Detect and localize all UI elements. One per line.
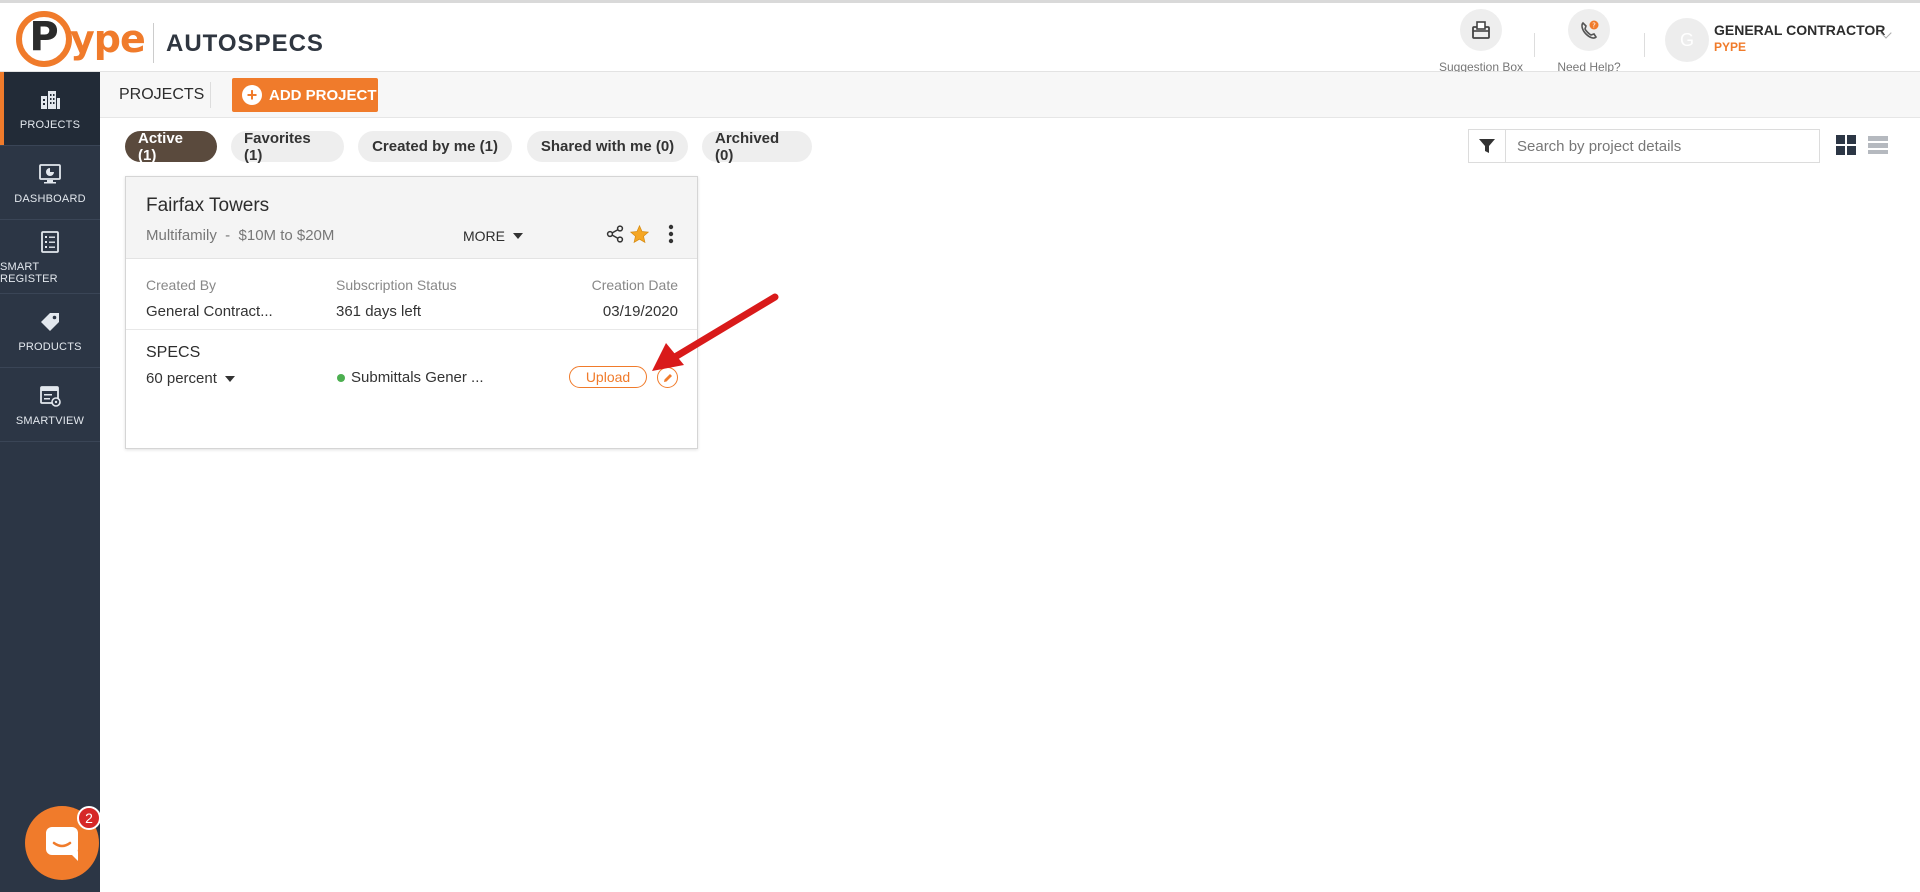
list-view-icon[interactable] xyxy=(1868,135,1888,155)
add-project-button[interactable]: + ADD PROJECT xyxy=(232,78,378,112)
user-org: PYPE xyxy=(1714,40,1747,54)
sidebar-item-smartview[interactable]: SMARTVIEW xyxy=(0,368,100,442)
pype-logo[interactable]: P ype xyxy=(16,9,146,69)
tab-created-by-me[interactable]: Created by me (1) xyxy=(358,131,512,162)
page-title: PROJECTS xyxy=(119,86,205,103)
app-name: AUTOSPECS xyxy=(166,30,324,57)
tab-favorites[interactable]: Favorites (1) xyxy=(231,130,344,164)
page-toolbar: PROJECTS + ADD PROJECT xyxy=(100,72,1920,118)
caret-down-icon xyxy=(513,233,523,239)
specs-percent-dropdown[interactable]: 60 percent xyxy=(146,370,235,387)
sidebar-item-label: PRODUCTS xyxy=(18,340,82,353)
subscription-value: 361 days left xyxy=(336,303,422,320)
tab-archived[interactable]: Archived (0) xyxy=(702,130,812,164)
chat-icon xyxy=(46,827,78,861)
annotation-arrow xyxy=(652,293,779,371)
need-help-button[interactable]: ? Need Help? xyxy=(1534,9,1644,74)
status-dot xyxy=(337,373,345,382)
star-icon[interactable] xyxy=(628,223,650,245)
suggestion-box-button[interactable]: Suggestion Box xyxy=(1426,9,1536,74)
phone-help-icon: ? xyxy=(1568,9,1610,51)
upload-button[interactable]: Upload xyxy=(569,366,647,388)
subscription-block: Subscription Status 361 days left xyxy=(336,277,457,320)
logo-divider xyxy=(153,23,154,63)
building-icon xyxy=(37,87,63,113)
add-project-label: ADD PROJECT xyxy=(269,86,377,104)
project-card-header: Fairfax Towers Multifamily - $10M to $20… xyxy=(126,177,697,259)
specs-title: SPECS xyxy=(146,344,201,361)
kebab-menu-icon[interactable] xyxy=(660,223,682,245)
tab-active[interactable]: Active (1) xyxy=(125,130,217,164)
sidebar-item-label: PROJECTS xyxy=(19,118,81,131)
sidebar-item-label: SMARTVIEW xyxy=(15,414,85,427)
grid-view-icon[interactable] xyxy=(1836,135,1856,155)
project-subtitle: Multifamily - $10M to $20M xyxy=(146,227,335,244)
smartview-icon xyxy=(37,383,63,409)
filter-icon[interactable] xyxy=(1469,130,1506,162)
more-label: MORE xyxy=(463,228,505,244)
specs-percent-value: 60 percent xyxy=(146,370,217,387)
more-dropdown[interactable]: MORE xyxy=(463,228,523,244)
sidebar: PROJECTS DASHBOARD SMART REGISTER PRODUC… xyxy=(0,72,100,892)
sidebar-item-smart-register[interactable]: SMART REGISTER xyxy=(0,220,100,294)
app-header: P ype AUTOSPECS Suggestion Box ? Need He… xyxy=(0,3,1920,74)
share-icon[interactable] xyxy=(604,223,626,245)
user-name[interactable]: GENERAL CONTRACTOR xyxy=(1714,22,1885,38)
project-name[interactable]: Fairfax Towers xyxy=(146,195,269,217)
project-card[interactable]: Fairfax Towers Multifamily - $10M to $20… xyxy=(125,176,698,449)
monitor-icon xyxy=(37,161,63,187)
tab-shared-with-me[interactable]: Shared with me (0) xyxy=(527,131,688,162)
register-icon xyxy=(37,229,63,255)
status-text: Submittals Gener ... xyxy=(351,369,484,386)
divider xyxy=(126,329,697,330)
avatar[interactable]: G xyxy=(1665,18,1709,62)
specs-status: Submittals Gener ... xyxy=(337,369,484,386)
created-by-label: Created By xyxy=(146,277,217,293)
sidebar-item-products[interactable]: PRODUCTS xyxy=(0,294,100,368)
caret-down-icon xyxy=(224,375,235,382)
logo-text: ype xyxy=(70,17,146,61)
svg-text:?: ? xyxy=(1592,22,1596,30)
plus-icon: + xyxy=(242,85,262,105)
logo-letter: P xyxy=(29,14,59,60)
sidebar-item-label: SMART REGISTER xyxy=(0,260,58,285)
created-by-block: Created By General Contract... xyxy=(146,277,273,320)
suggestion-box-icon xyxy=(1460,9,1502,51)
sidebar-item-dashboard[interactable]: DASHBOARD xyxy=(0,146,100,220)
header-separator xyxy=(1644,33,1645,57)
search-bar xyxy=(1468,129,1820,163)
search-input[interactable] xyxy=(1507,130,1819,162)
sidebar-item-projects[interactable]: PROJECTS xyxy=(0,72,100,146)
created-by-value: General Contract... xyxy=(146,303,273,320)
toolbar-divider xyxy=(210,82,211,108)
tag-icon xyxy=(37,309,63,335)
subscription-label: Subscription Status xyxy=(336,277,457,293)
notification-badge: 2 xyxy=(77,806,101,830)
sidebar-item-label: DASHBOARD xyxy=(14,192,86,205)
logo-ring: P xyxy=(16,11,72,67)
